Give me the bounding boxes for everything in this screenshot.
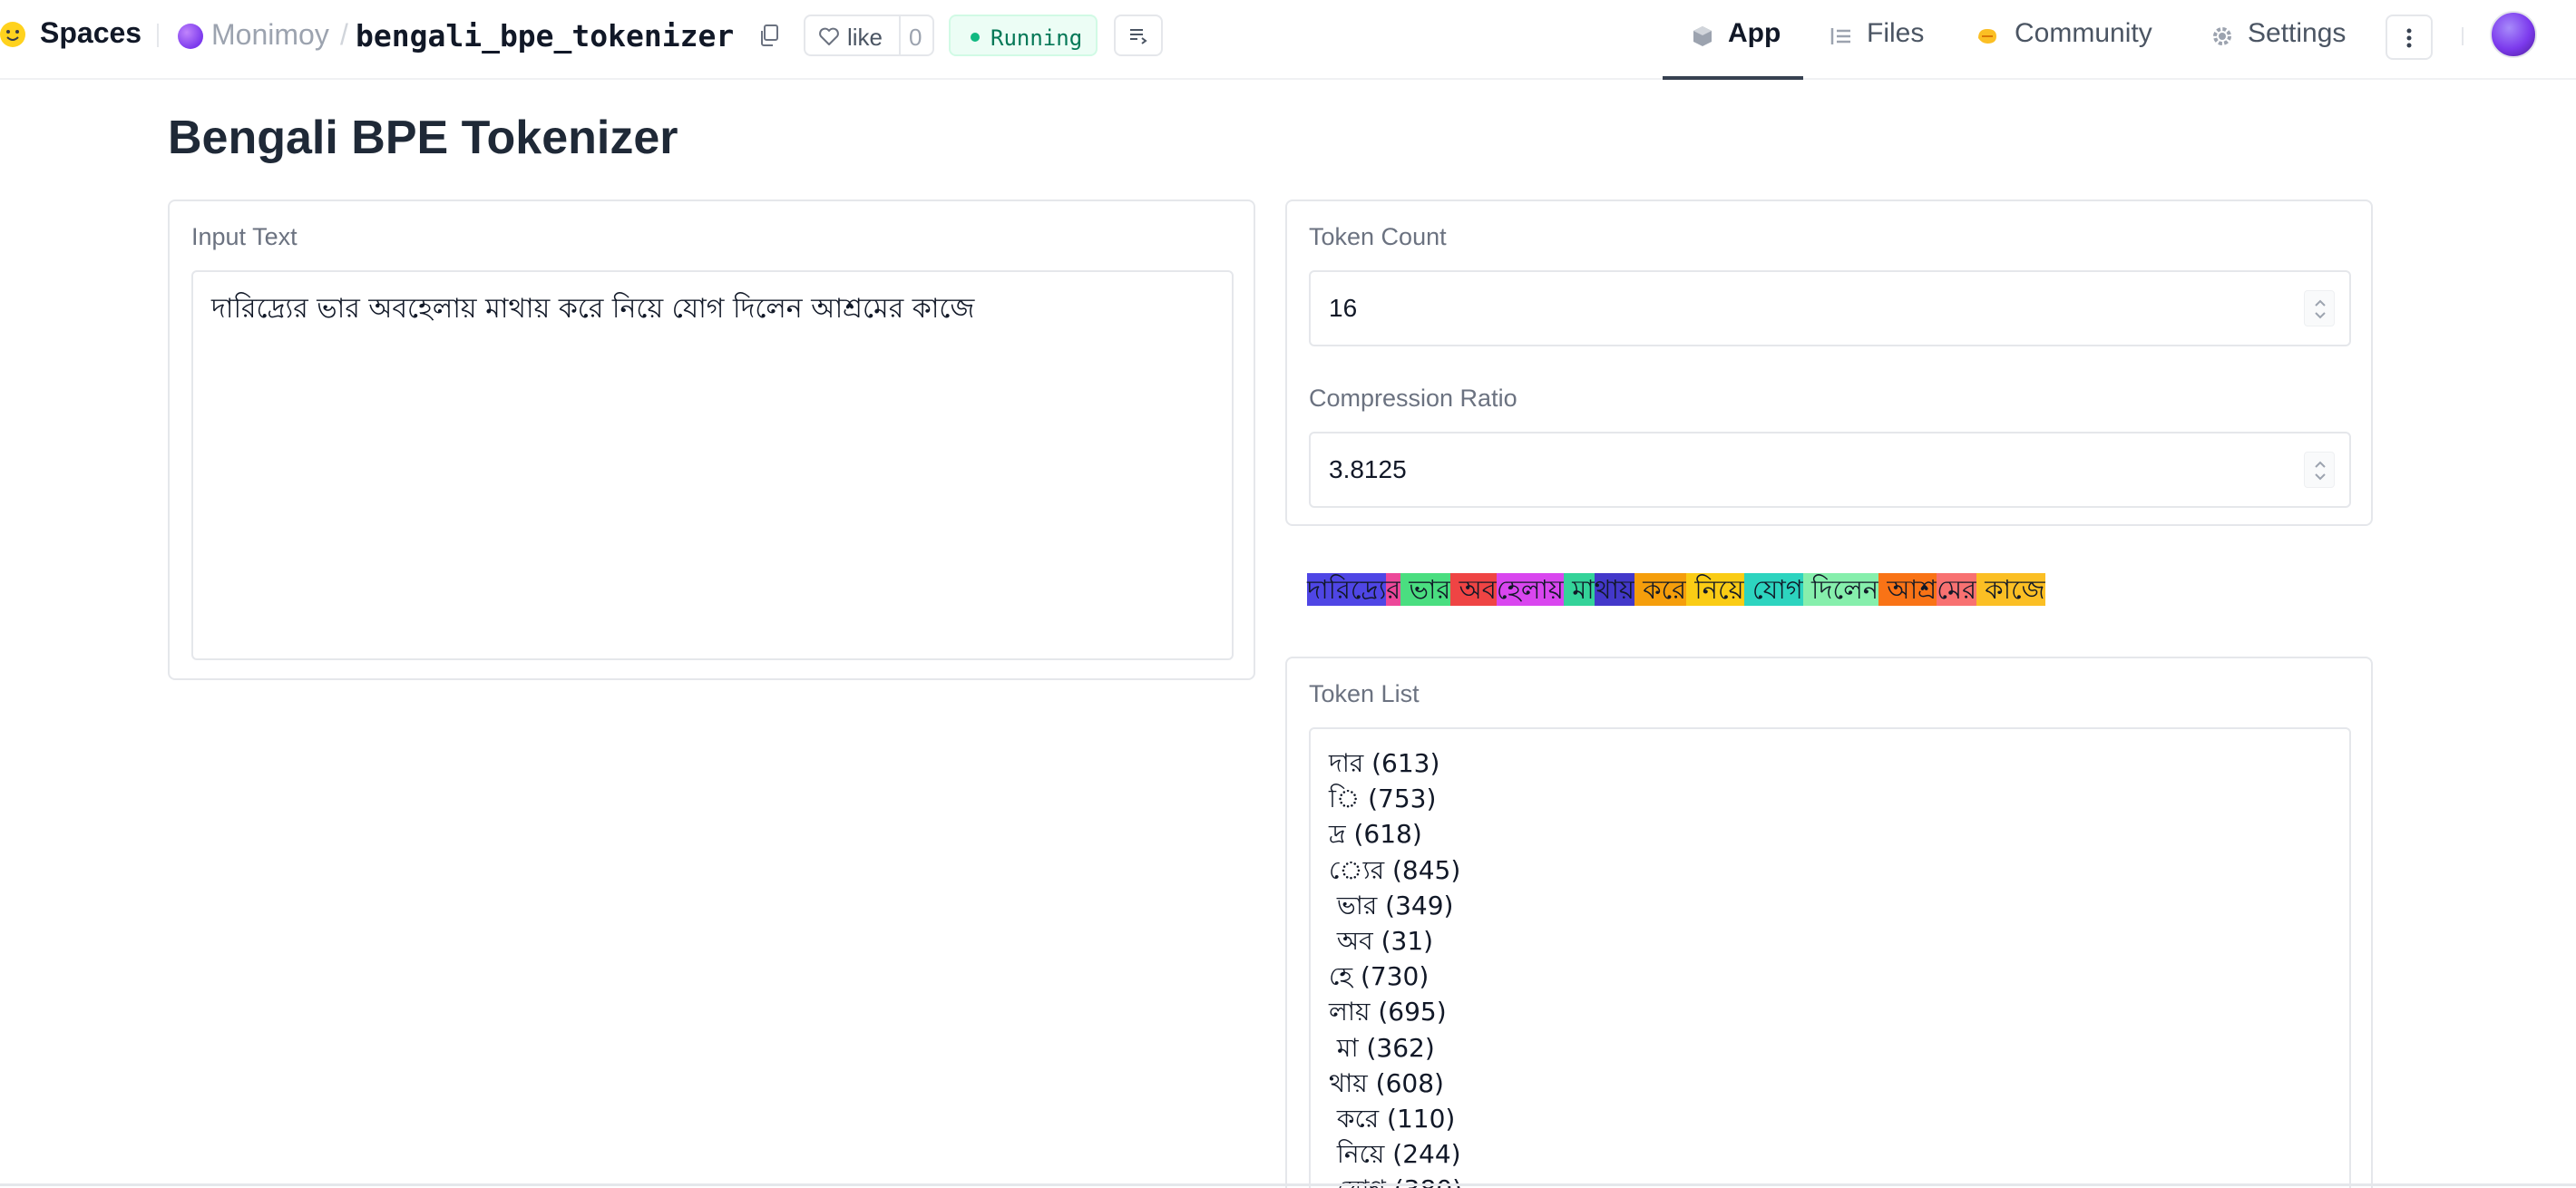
highlighted-token: যোগ (1743, 573, 1803, 606)
highlighted-token: কাজে (1976, 573, 2045, 606)
heart-icon (819, 27, 839, 45)
like-button[interactable]: like 0 (804, 15, 934, 56)
owner-avatar[interactable] (178, 24, 203, 49)
highlighted-tokens: দারিদ্র্যে র ভার অব হেলায় মা থায় করে নিয়… (1307, 573, 2045, 606)
repo-name[interactable]: bengali_bpe_tokenizer (356, 18, 734, 54)
token-list-item: মা (362) (1329, 1032, 1435, 1063)
copy-icon[interactable] (758, 24, 780, 47)
token-list-item: লায় (695) (1329, 997, 1447, 1027)
token-list-lines: দার (613)ি (753) দ্র (618)্যের (845) ভার … (1329, 745, 1462, 1188)
like-divider (899, 16, 901, 54)
logs-button[interactable] (1114, 15, 1163, 56)
token-list-item: করে (110) (1329, 1104, 1456, 1134)
page-bottom-edge (0, 1183, 2576, 1186)
token-count-value: 16 (1329, 294, 1358, 322)
vertical-dots-icon (2406, 28, 2412, 48)
highlighted-token: থায় (1594, 573, 1634, 606)
compression-ratio-label: Compression Ratio (1309, 385, 1517, 412)
token-list-item: থায় (608) (1329, 1067, 1444, 1098)
status-dot-icon (971, 33, 980, 42)
top-header: Spaces Monimoy / bengali_bpe_tokenizer l… (0, 0, 2576, 80)
tab-app[interactable]: App (1663, 0, 1803, 80)
stats-panel: Token Count 16 Compression Ratio 3.8125 (1285, 200, 2373, 526)
active-tab-underline (1663, 76, 1803, 80)
logs-icon (1130, 29, 1147, 44)
highlighted-token: মা (1563, 573, 1595, 606)
like-count: 0 (909, 24, 922, 51)
spaces-link[interactable]: Spaces (40, 16, 141, 50)
highlighted-token: র (1386, 573, 1401, 606)
token-count-field[interactable]: 16 (1309, 270, 2351, 346)
divider (157, 24, 159, 47)
tab-settings-label: Settings (2248, 18, 2347, 48)
highlighted-token: হেলায় (1496, 573, 1564, 606)
more-options-button[interactable] (2386, 15, 2433, 60)
token-list-item: হে (730) (1329, 961, 1429, 992)
token-count-label: Token Count (1309, 223, 1447, 250)
user-avatar[interactable] (2490, 11, 2537, 58)
number-stepper[interactable] (2304, 452, 2335, 488)
input-panel: Input Text দারিদ্র্যের ভার অবহেলায় মাথা… (168, 200, 1255, 680)
tab-files-label: Files (1867, 18, 1925, 48)
token-list-item: ভার (349) (1329, 890, 1454, 920)
path-separator: / (340, 18, 348, 51)
tab-app-label: App (1728, 18, 1781, 48)
cube-icon (1693, 26, 1712, 46)
owner-link[interactable]: Monimoy (211, 18, 329, 52)
token-list-item: নিয়ে (244) (1329, 1139, 1461, 1170)
gear-icon (2213, 27, 2231, 45)
hugging-face-logo-icon[interactable] (0, 18, 33, 51)
highlighted-token: করে (1634, 573, 1687, 606)
token-list-item: দার (613) (1329, 748, 1440, 778)
token-list-item: ্যের (845) (1329, 854, 1461, 885)
tab-settings[interactable]: Settings (2208, 0, 2355, 80)
highlighted-token: অব (1450, 573, 1497, 606)
token-list-item: ি (753) (1329, 784, 1437, 814)
divider (2462, 27, 2464, 45)
highlighted-token: আশ্র (1878, 573, 1937, 606)
tab-community[interactable]: Community (1973, 0, 2165, 80)
highlighted-token: দারিদ্র্যে (1307, 573, 1387, 606)
token-list-item: দ্র (618) (1329, 819, 1422, 850)
tab-community-label: Community (2015, 18, 2152, 48)
compression-ratio-value: 3.8125 (1329, 455, 1407, 483)
compression-ratio-field[interactable]: 3.8125 (1309, 432, 2351, 508)
input-label: Input Text (191, 223, 298, 250)
page-title: Bengali BPE Tokenizer (168, 112, 678, 164)
number-stepper[interactable] (2304, 290, 2335, 326)
highlighted-token: নিয়ে (1686, 573, 1744, 606)
token-list-item: অব (31) (1329, 926, 1434, 957)
input-text-value: দারিদ্র্যের ভার অবহেলায় মাথায় করে নিয়… (211, 293, 975, 325)
token-list-panel: Token List দার (613)ি (753) দ্র (618)্যের… (1285, 657, 2373, 1188)
token-list-textarea[interactable]: দার (613)ি (753) দ্র (618)্যের (845) ভার … (1309, 727, 2351, 1188)
files-icon (1830, 28, 1850, 44)
community-icon (1978, 29, 1996, 44)
status-label: Running (990, 25, 1083, 51)
highlighted-token: ভার (1400, 573, 1451, 606)
tab-files[interactable]: Files (1827, 0, 1927, 80)
stepper-chevrons-icon (2315, 299, 2326, 319)
like-label: like (847, 24, 883, 51)
status-badge[interactable]: Running (949, 15, 1098, 56)
input-textarea[interactable]: দারিদ্র্যের ভার অবহেলায় মাথায় করে নিয়… (191, 270, 1234, 660)
highlighted-token: দিলেন (1802, 573, 1879, 606)
highlighted-token: মের (1937, 573, 1977, 606)
token-list-label: Token List (1309, 680, 1420, 707)
stepper-chevrons-icon (2315, 461, 2326, 481)
